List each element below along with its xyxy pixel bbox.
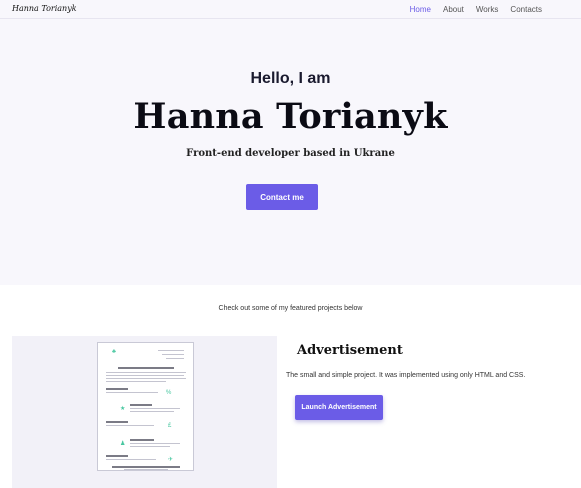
hero-section: Hello, I am Hanna Torianyk Front-end dev… [0,19,581,285]
navbar: Hanna Torianyk Home About Works Contacts [0,0,581,19]
featured-intro: Check out some of my featured projects b… [218,305,363,312]
nav-link-contacts[interactable]: Contacts [510,5,542,14]
launch-advertisement-button[interactable]: Launch Advertisement [295,395,383,420]
contact-me-button[interactable]: Contact me [246,184,318,210]
doc-star-icon: ★ [120,406,126,412]
hero-greeting: Hello, I am [250,70,331,87]
nav-link-about[interactable]: About [443,5,464,14]
nav-link-works[interactable]: Works [476,5,499,14]
project-description: The small and simple project. It was imp… [286,372,526,379]
document-thumbnail: ♣ % ★ £ ♟ ✈ [97,342,194,471]
doc-percent-icon: % [166,390,172,396]
nav-links: Home About Works Contacts [398,5,542,14]
logo[interactable]: Hanna Torianyk [12,4,77,13]
hero-name: Hanna Torianyk [133,96,448,137]
project-preview-image[interactable]: ♣ % ★ £ ♟ ✈ [12,336,277,488]
hero-tagline: Front-end developer based in Ukrane [186,148,395,159]
doc-coin-icon: £ [168,423,172,429]
doc-logo-icon: ♣ [112,349,116,355]
nav-link-home[interactable]: Home [410,5,431,14]
doc-leaf-icon: ✈ [168,457,174,463]
project-title: Advertisement [297,343,403,358]
doc-people-icon: ♟ [120,441,126,447]
